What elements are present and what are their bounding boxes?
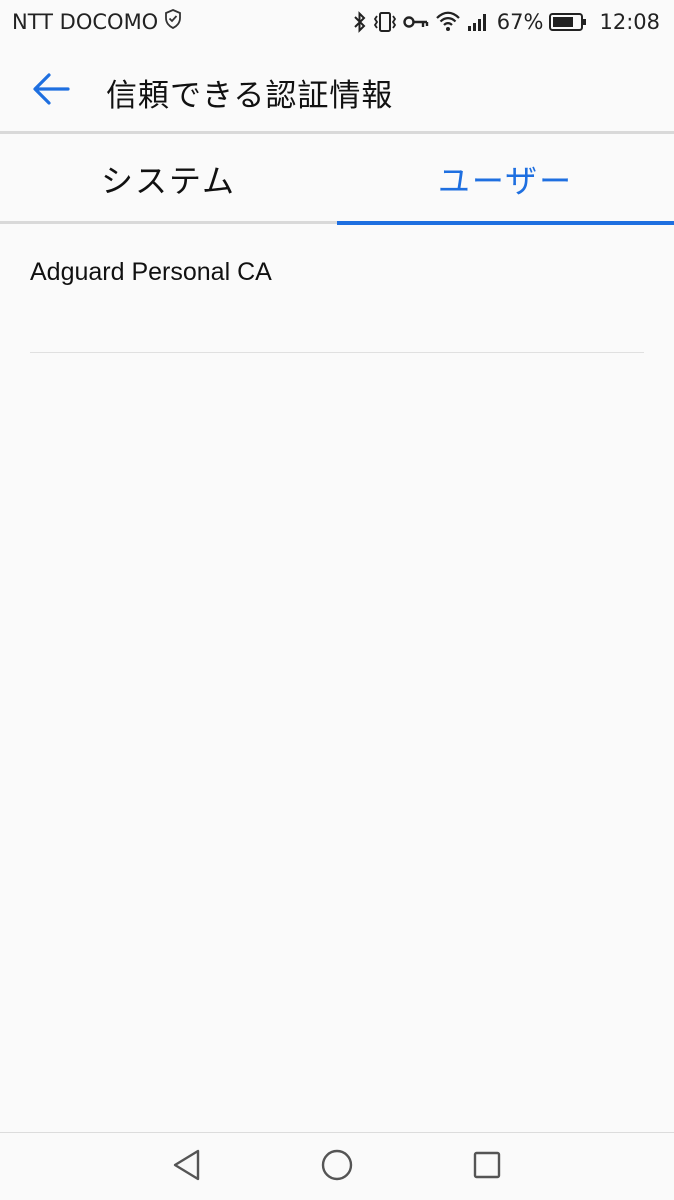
tab-user[interactable]: ユーザー bbox=[337, 134, 674, 224]
tab-system[interactable]: システム bbox=[0, 134, 337, 224]
bluetooth-icon bbox=[353, 11, 367, 33]
tab-label: システム bbox=[100, 162, 237, 200]
vpn-key-icon bbox=[403, 14, 429, 30]
nav-back-button[interactable] bbox=[167, 1147, 207, 1187]
carrier-group: NTT DOCOMO bbox=[12, 9, 182, 34]
list-divider bbox=[30, 352, 644, 353]
status-icons: 67% 12:08 bbox=[353, 8, 660, 36]
tab-label: ユーザー bbox=[437, 162, 574, 200]
navigation-bar bbox=[0, 1133, 674, 1200]
nav-recents-button[interactable] bbox=[467, 1147, 507, 1187]
battery-icon bbox=[549, 12, 587, 32]
status-bar: NTT DOCOMO 67% 12:08 bbox=[0, 0, 674, 46]
arrow-back-icon bbox=[31, 72, 71, 110]
tab-bar: システム ユーザー bbox=[0, 134, 674, 225]
clock: 12:08 bbox=[599, 10, 660, 34]
nav-home-icon bbox=[320, 1148, 354, 1186]
page-title: 信頼できる認証情報 bbox=[106, 78, 394, 114]
screen: NTT DOCOMO 67% 12:08 信頼できる認証情報 システム ユーザー… bbox=[0, 0, 674, 1200]
list-item[interactable]: Adguard Personal CA bbox=[0, 226, 674, 353]
tab-active-indicator bbox=[337, 221, 674, 225]
certificate-name: Adguard Personal CA bbox=[30, 258, 272, 286]
certificate-list: Adguard Personal CA bbox=[0, 226, 674, 353]
nav-recents-icon bbox=[472, 1150, 502, 1184]
tab-divider bbox=[0, 221, 337, 224]
app-bar: 信頼できる認証情報 bbox=[0, 46, 674, 132]
battery-percent: 67% bbox=[496, 10, 544, 34]
back-button[interactable] bbox=[28, 68, 74, 114]
vibrate-icon bbox=[373, 11, 397, 33]
wifi-icon bbox=[435, 11, 461, 33]
signal-icon bbox=[467, 12, 489, 32]
nav-back-icon bbox=[171, 1148, 203, 1186]
nav-home-button[interactable] bbox=[317, 1147, 357, 1187]
carrier-name: NTT DOCOMO bbox=[12, 9, 159, 34]
shield-icon bbox=[164, 9, 182, 34]
